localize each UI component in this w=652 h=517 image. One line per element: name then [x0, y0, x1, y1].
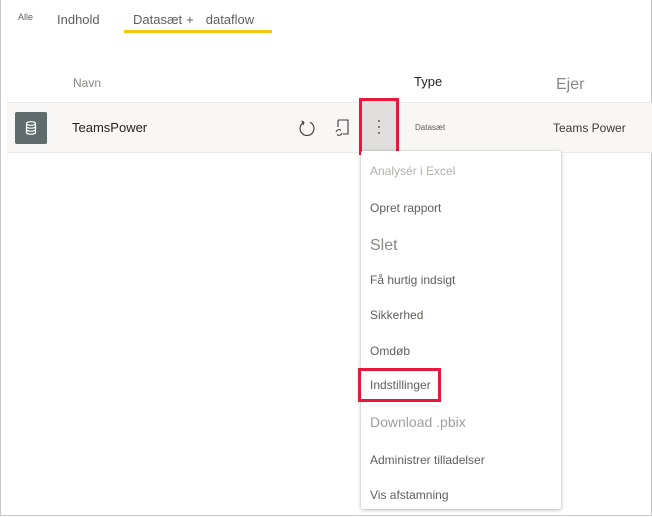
column-header-type[interactable]: Type: [414, 74, 442, 89]
tab-content[interactable]: Indhold: [57, 12, 100, 27]
schedule-refresh-icon[interactable]: [331, 117, 353, 139]
column-header-name[interactable]: Navn: [73, 76, 101, 90]
menu-item-rename[interactable]: Omdøb: [370, 344, 410, 358]
menu-item-view-lineage[interactable]: Vis afstamning: [370, 488, 449, 502]
menu-item-quick-insights[interactable]: Få hurtig indsigt: [370, 273, 455, 287]
tab-datasets-dataflows[interactable]: Datasæt + dataflow: [133, 12, 254, 27]
menu-item-security[interactable]: Sikkerhed: [370, 308, 423, 322]
tab-dataflow-label: dataflow: [205, 12, 255, 27]
database-icon: [15, 112, 47, 144]
menu-item-manage-permissions[interactable]: Administrer tilladelser: [370, 453, 485, 467]
more-options-button[interactable]: [359, 98, 399, 155]
refresh-icon[interactable]: [296, 117, 318, 139]
menu-item-settings[interactable]: Indstillinger: [370, 378, 431, 392]
dataset-name[interactable]: TeamsPower: [72, 120, 147, 135]
tab-datasets-label: Datasæt: [133, 12, 183, 27]
menu-item-delete[interactable]: Slet: [370, 237, 398, 255]
column-header-owner[interactable]: Ejer: [556, 76, 584, 94]
active-tab-indicator: [124, 30, 272, 33]
menu-item-download-pbix[interactable]: Download .pbix: [370, 414, 466, 430]
menu-item-analyze-in-excel[interactable]: Analysér i Excel: [370, 164, 455, 178]
tab-all[interactable]: Alle: [18, 12, 33, 22]
dataset-type: Datasæt: [415, 123, 446, 132]
more-options-icon: [378, 118, 380, 136]
menu-item-create-report[interactable]: Opret rapport: [370, 201, 441, 215]
tab-plus-label: +: [186, 12, 194, 27]
context-menu: Analysér i Excel Opret rapport Slet Få h…: [361, 151, 561, 509]
dataset-owner: Teams Power: [553, 121, 626, 135]
